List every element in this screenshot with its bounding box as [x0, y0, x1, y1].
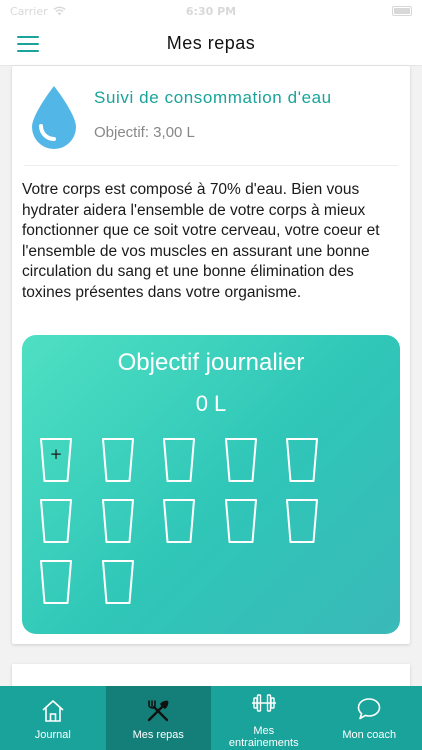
daily-goal-value: 0 L [195, 391, 227, 416]
water-glass[interactable] [101, 498, 135, 544]
dumbbell-icon [251, 694, 276, 712]
tab-label: Mes repas [132, 729, 184, 741]
status-bar: Carrier 6:30 PM [0, 0, 422, 22]
water-glass[interactable] [162, 437, 196, 483]
water-glass[interactable] [285, 498, 319, 544]
tab-bar: Journal Mes repas Mes entrainements Mon … [0, 686, 422, 750]
app-header: Mes repas [0, 22, 422, 66]
plus-icon: + [49, 445, 63, 463]
add-glass-button[interactable]: + [39, 437, 73, 483]
card-title: Suivi de consommation d'eau [94, 88, 332, 107]
fork-knife-icon [148, 700, 169, 722]
card-header: Suivi de consommation d'eau Objectif: 3,… [12, 66, 410, 166]
water-glass[interactable] [285, 437, 319, 483]
water-glass[interactable] [39, 498, 73, 544]
tab-mes-entrainements[interactable]: Mes entrainements [211, 686, 317, 750]
divider [24, 165, 398, 166]
water-drop-icon [32, 86, 76, 149]
objective-label: Objectif: 3,00 L [94, 124, 195, 141]
water-glass[interactable] [39, 559, 73, 605]
water-tracking-card: Suivi de consommation d'eau Objectif: 3,… [12, 66, 410, 644]
page-title: Mes repas [166, 33, 256, 53]
water-glass[interactable] [162, 498, 196, 544]
tab-label: Mes entrainements [228, 725, 299, 749]
water-glass[interactable] [101, 559, 135, 605]
water-glass[interactable] [101, 437, 135, 483]
daily-goal-panel: Objectif journalier 0 L + [22, 335, 400, 634]
daily-goal-title: Objectif journalier [117, 349, 305, 376]
tab-mon-coach[interactable]: Mon coach [317, 686, 422, 750]
tab-mes-repas[interactable]: Mes repas [105, 686, 211, 750]
hydration-description: Votre corps est composé à 70% d'eau. Bie… [22, 181, 380, 301]
tab-label: Journal [34, 729, 71, 741]
chat-bubble-icon [357, 698, 381, 720]
home-icon [42, 700, 64, 722]
water-glass[interactable] [224, 437, 258, 483]
tab-journal[interactable]: Journal [0, 686, 106, 750]
water-glass[interactable] [224, 498, 258, 544]
hamburger-menu-icon[interactable] [17, 36, 39, 52]
tab-label: Mon coach [342, 729, 397, 741]
status-time: 6:30 PM [185, 4, 237, 18]
